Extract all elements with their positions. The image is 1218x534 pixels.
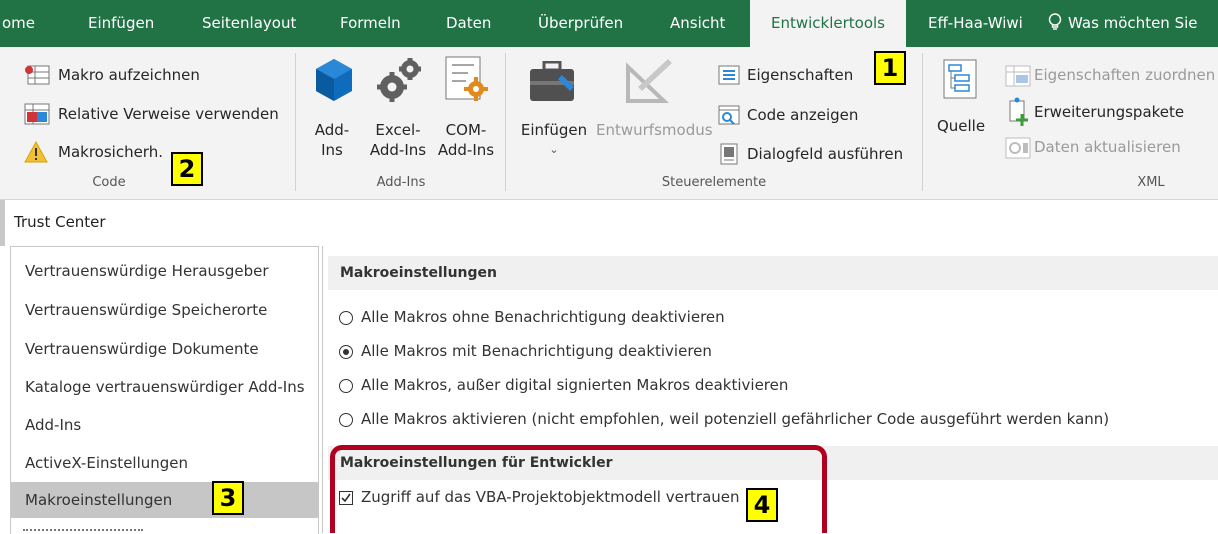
option-label: Alle Makros ohne Benachrichtigung deakti…	[361, 308, 725, 326]
sidebar-item-trusted-addin-catalogs[interactable]: Kataloge vertrauenswürdiger Add-Ins	[11, 369, 318, 405]
com-add-ins-icon	[444, 55, 490, 107]
xml-source-label: Quelle	[936, 117, 986, 135]
expansion-packs-icon	[1007, 97, 1029, 131]
tab-formulas[interactable]: Formeln	[340, 0, 401, 47]
group-caption-controls: Steuerelemente	[661, 175, 767, 190]
dialog-title: Trust Center	[14, 213, 106, 231]
group-code: Makro aufzeichnen Relative Verweise verw…	[0, 47, 295, 199]
trust-center-header: Trust Center	[0, 200, 1218, 246]
add-ins-icon	[314, 57, 354, 107]
tab-review[interactable]: Überprüfen	[538, 0, 623, 47]
view-code-label: Code anzeigen	[747, 106, 859, 124]
trust-center-sidebar: Vertrauenswürdige Herausgeber Vertrauens…	[10, 246, 319, 534]
group-caption-xml: XML	[1137, 175, 1165, 190]
record-macro-icon	[24, 65, 50, 89]
radio-unchecked-icon	[339, 379, 353, 393]
group-caption-code: Code	[92, 175, 126, 190]
design-mode-button[interactable]: Entwurfsmodus	[596, 57, 713, 162]
insert-control-button[interactable]: Einfügen ⌄	[512, 57, 596, 162]
lightbulb-icon	[1048, 3, 1062, 50]
group-xml: Quelle Eigenschaften zuordnen Erweiterun…	[923, 47, 1218, 199]
tab-page-layout[interactable]: Seitenlayout	[202, 0, 296, 47]
option-label: Alle Makros aktivieren (nicht empfohlen,…	[361, 410, 1110, 428]
window-edge	[0, 200, 5, 246]
option-label: Alle Makros, außer digital signierten Ma…	[361, 376, 789, 394]
refresh-data-icon	[1005, 137, 1031, 163]
sidebar-item-activex[interactable]: ActiveX-Einstellungen	[11, 445, 318, 481]
insert-control-label: Einfügen	[520, 121, 588, 139]
gear-icon	[374, 55, 424, 109]
radio-unchecked-icon	[339, 311, 353, 325]
excel-add-ins-label-2: Add-Ins	[369, 141, 427, 159]
xml-source-button[interactable]: Quelle	[931, 59, 991, 159]
run-dialog-icon	[720, 143, 738, 169]
group-caption-add-ins: Add-Ins	[376, 175, 426, 190]
expansion-packs-label: Erweiterungspakete	[1034, 103, 1185, 121]
radio-checked-icon	[339, 345, 353, 359]
relative-references-label: Relative Verweise verwenden	[58, 105, 279, 123]
add-ins-label-2: Ins	[321, 141, 343, 159]
record-macro-label: Makro aufzeichnen	[58, 66, 200, 84]
tab-view[interactable]: Ansicht	[670, 0, 725, 47]
properties-label: Eigenschaften	[747, 66, 854, 84]
tab-insert[interactable]: Einfügen	[88, 0, 154, 47]
group-add-ins: Add- Ins Excel- Add-Ins COM- Add-Ins Add…	[296, 47, 506, 199]
sidebar-item-partial	[23, 529, 143, 534]
map-properties-icon	[1005, 65, 1031, 91]
radio-unchecked-icon	[339, 413, 353, 427]
tab-eff-haa-wiwi[interactable]: Eff-Haa-Wiwi	[928, 0, 1023, 47]
radio-disable-with-notification[interactable]: Alle Makros mit Benachrichtigung deaktiv…	[339, 339, 712, 363]
design-mode-label: Entwurfsmodus	[596, 121, 713, 139]
sidebar-item-add-ins[interactable]: Add-Ins	[11, 407, 318, 443]
annotation-badge-3: 3	[212, 481, 244, 515]
relative-references-icon	[24, 103, 50, 129]
ribbon-tab-bar: ome Einfügen Seitenlayout Formeln Daten …	[0, 0, 1218, 47]
run-dialog-label: Dialogfeld ausführen	[747, 145, 904, 163]
annotation-badge-1: 1	[874, 51, 906, 85]
tab-data[interactable]: Daten	[446, 0, 491, 47]
sidebar-item-macro-settings[interactable]: Makroeinstellungen	[11, 482, 318, 518]
properties-icon	[718, 65, 740, 89]
excel-add-ins-button[interactable]: Excel- Add-Ins	[366, 55, 430, 163]
section-header-macro-settings: Makroeinstellungen	[328, 256, 1218, 290]
add-ins-button[interactable]: Add- Ins	[306, 57, 358, 162]
group-controls: Einfügen ⌄ Entwurfsmodus Eigenschaften C…	[506, 47, 922, 199]
com-add-ins-label-2: Add-Ins	[437, 141, 495, 159]
sidebar-item-trusted-documents[interactable]: Vertrauenswürdige Dokumente	[11, 331, 318, 367]
add-ins-label-1: Add-	[314, 121, 350, 139]
design-mode-icon	[624, 57, 674, 107]
macro-security-label: Makrosicherh.	[58, 143, 163, 161]
chevron-down-icon: ⌄	[549, 143, 559, 156]
com-add-ins-label-1: COM-	[445, 121, 487, 139]
sidebar-item-trusted-publishers[interactable]: Vertrauenswürdige Herausgeber	[11, 253, 318, 289]
annotation-badge-4: 4	[746, 488, 778, 522]
radio-disable-no-notification[interactable]: Alle Makros ohne Benachrichtigung deakti…	[339, 305, 725, 329]
tab-home[interactable]: ome	[2, 0, 35, 47]
excel-add-ins-label-1: Excel-	[375, 121, 421, 139]
tell-me-box[interactable]: Was möchten Sie	[1048, 0, 1198, 47]
refresh-data-label: Daten aktualisieren	[1034, 138, 1181, 156]
tab-developer[interactable]: Entwicklertools	[750, 0, 906, 47]
radio-disable-except-signed[interactable]: Alle Makros, außer digital signierten Ma…	[339, 373, 788, 397]
xml-source-icon	[943, 59, 977, 103]
option-label: Alle Makros mit Benachrichtigung deaktiv…	[361, 342, 712, 360]
radio-enable-all[interactable]: Alle Makros aktivieren (nicht empfohlen,…	[339, 407, 1109, 431]
view-code-icon	[718, 105, 740, 131]
com-add-ins-button[interactable]: COM- Add-Ins	[434, 55, 498, 163]
warning-icon	[24, 140, 48, 167]
annotation-badge-2: 2	[171, 152, 203, 186]
map-properties-label: Eigenschaften zuordnen	[1034, 66, 1216, 84]
sidebar-item-trusted-locations[interactable]: Vertrauenswürdige Speicherorte	[11, 292, 318, 328]
toolbox-icon	[528, 60, 578, 107]
tell-me-label: Was möchten Sie	[1068, 14, 1198, 32]
